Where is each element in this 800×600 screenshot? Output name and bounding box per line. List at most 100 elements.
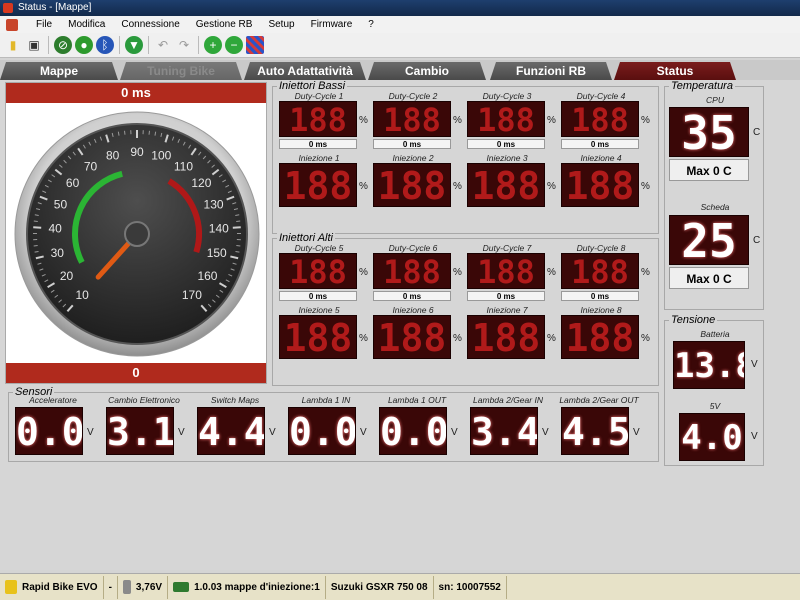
menu-modifica[interactable]: Modifica <box>60 19 113 30</box>
injection-display: 188 <box>373 315 451 359</box>
connect-icon[interactable]: ● <box>75 36 93 54</box>
injection-display: 188 <box>373 163 451 207</box>
duty-cycle-ms: 0 ms <box>561 139 639 149</box>
duty-cycle-label: Duty-Cycle 6 <box>388 243 438 253</box>
gauge-tick-label: 20 <box>60 269 74 283</box>
injection-label: Iniezione 8 <box>580 305 622 315</box>
status-bike: Suzuki GSXR 750 08 <box>326 575 434 599</box>
gauge-tick-label: 120 <box>191 176 211 190</box>
gauge-tick-label: 80 <box>106 149 120 163</box>
toolbar: ▮ ▣ ⊘ ● ᛒ ▼ ↶ ↷ + − <box>0 33 800 58</box>
sensor-display: 4.5 <box>561 407 629 455</box>
tab-funzioni-rb[interactable]: Funzioni RB <box>490 62 612 80</box>
duty-cycle-label: Duty-Cycle 3 <box>482 91 532 101</box>
sensor-display: 4.4 <box>197 407 265 455</box>
duty-cycle-ms: 0 ms <box>373 139 451 149</box>
duty-cycle-unit: % <box>641 115 650 126</box>
injection-label: Iniezione 1 <box>298 153 340 163</box>
gauge-tick-label: 140 <box>209 222 229 236</box>
status-bike-text: Suzuki GSXR 750 08 <box>330 581 428 593</box>
gauge-minor-tick <box>34 250 39 253</box>
rpm-gauge: 1020 30 40 50 60 70 80 90 100110 120 130 140 150 160 1… <box>14 111 260 357</box>
gauge-tick <box>232 226 241 229</box>
menu-connessione[interactable]: Connessione <box>113 19 187 30</box>
tab-status[interactable]: Status <box>614 62 736 80</box>
gauge-minor-tick <box>236 220 241 222</box>
gauge-tick-label: 70 <box>84 159 98 173</box>
voltage-title: Tensione <box>669 314 718 326</box>
save-icon[interactable]: ▣ <box>25 36 43 54</box>
duty-cycle-ms: 0 ms <box>467 139 545 149</box>
sensor-display: 0.0 <box>379 407 447 455</box>
sensor-label: Lambda 1 IN <box>301 395 351 405</box>
bluetooth-icon[interactable]: ᛒ <box>96 36 114 54</box>
injection-unit: % <box>453 181 462 192</box>
menu-firmware[interactable]: Firmware <box>303 19 361 30</box>
grid-icon[interactable] <box>246 36 264 54</box>
gauge-tick-label: 130 <box>204 198 224 212</box>
duty-cycle-ms: 0 ms <box>373 291 451 301</box>
duty-cycle-display: 188 <box>467 101 545 137</box>
sensor-display: 0.0 <box>288 407 356 455</box>
injection-label: Iniezione 5 <box>298 305 340 315</box>
redo-icon[interactable]: ↷ <box>175 36 193 54</box>
gauge-tick-label: 40 <box>48 222 62 236</box>
injection-unit: % <box>641 181 650 192</box>
status-dash: - <box>104 575 118 599</box>
tab-cambio[interactable]: Cambio <box>368 62 486 80</box>
zoom-out-icon[interactable]: − <box>225 36 243 54</box>
zoom-in-icon[interactable]: + <box>204 36 222 54</box>
duty-cycle-ms: 0 ms <box>279 291 357 301</box>
info-icon <box>5 580 17 594</box>
needle-hub <box>124 221 150 247</box>
chip-icon <box>173 582 190 592</box>
battery-label: Batteria <box>700 329 730 339</box>
duty-cycle-label: Duty-Cycle 2 <box>388 91 438 101</box>
duty-cycle-unit: % <box>453 267 462 278</box>
board-temp-display: 25 <box>669 215 749 265</box>
duty-cycle-label: Duty-Cycle 5 <box>294 243 344 253</box>
board-max-temp: Max 0 C <box>669 267 749 289</box>
tab-auto-adattativita[interactable]: Auto Adattatività <box>244 62 366 80</box>
status-device: Rapid Bike EVO <box>0 575 104 599</box>
app-menu-icon[interactable] <box>6 18 18 31</box>
duty-cycle-display: 188 <box>279 101 357 137</box>
duty-cycle-unit: % <box>641 267 650 278</box>
gauge-minor-tick <box>33 220 38 222</box>
injection-display: 188 <box>561 315 639 359</box>
injection-label: Iniezione 3 <box>486 153 528 163</box>
download-icon[interactable]: ▼ <box>125 36 143 54</box>
duty-cycle-ms: 0 ms <box>561 291 639 301</box>
tab-mappe[interactable]: Mappe <box>0 62 118 80</box>
injection-label: Iniezione 4 <box>580 153 622 163</box>
duty-cycle-label: Duty-Cycle 1 <box>294 91 344 101</box>
sensor-display: 3.4 <box>470 407 538 455</box>
menu-help[interactable]: ? <box>360 19 382 30</box>
status-dash-text: - <box>108 581 112 593</box>
menu-file[interactable]: File <box>28 19 60 30</box>
duty-cycle-ms: 0 ms <box>279 139 357 149</box>
injectors-low-group: Iniettori Bassi Duty-Cycle 1 188 % 0 ms … <box>272 81 659 234</box>
gauge-tick-label: 110 <box>174 159 193 173</box>
sensor-unit: V <box>451 427 458 438</box>
voltage-group: Tensione Batteria 13.8 V 5V 4.0 V <box>664 315 764 466</box>
toolbar-separator <box>148 36 149 54</box>
toolbar-separator <box>198 36 199 54</box>
undo-icon[interactable]: ↶ <box>154 36 172 54</box>
toolbar-separator <box>119 36 120 54</box>
menu-gestione-rb[interactable]: Gestione RB <box>188 19 261 30</box>
sensor-label: Lambda 2/Gear IN <box>473 395 543 405</box>
open-folder-icon[interactable]: ▮ <box>4 36 22 54</box>
injection-display: 188 <box>561 163 639 207</box>
toolbar-separator <box>48 36 49 54</box>
disconnect-icon[interactable]: ⊘ <box>54 36 72 54</box>
menu-setup[interactable]: Setup <box>260 19 302 30</box>
sensor-label: Lambda 2/Gear OUT <box>559 395 639 405</box>
sensor-display: 3.1 <box>106 407 174 455</box>
injection-label: Iniezione 6 <box>392 305 434 315</box>
duty-cycle-unit: % <box>359 115 368 126</box>
battery-icon <box>122 580 131 594</box>
tab-tuning-bike[interactable]: Tuning Bike <box>120 62 242 80</box>
window-title: Status - [Mappe] <box>18 2 92 13</box>
sensor-display: 0.0 <box>15 407 83 455</box>
